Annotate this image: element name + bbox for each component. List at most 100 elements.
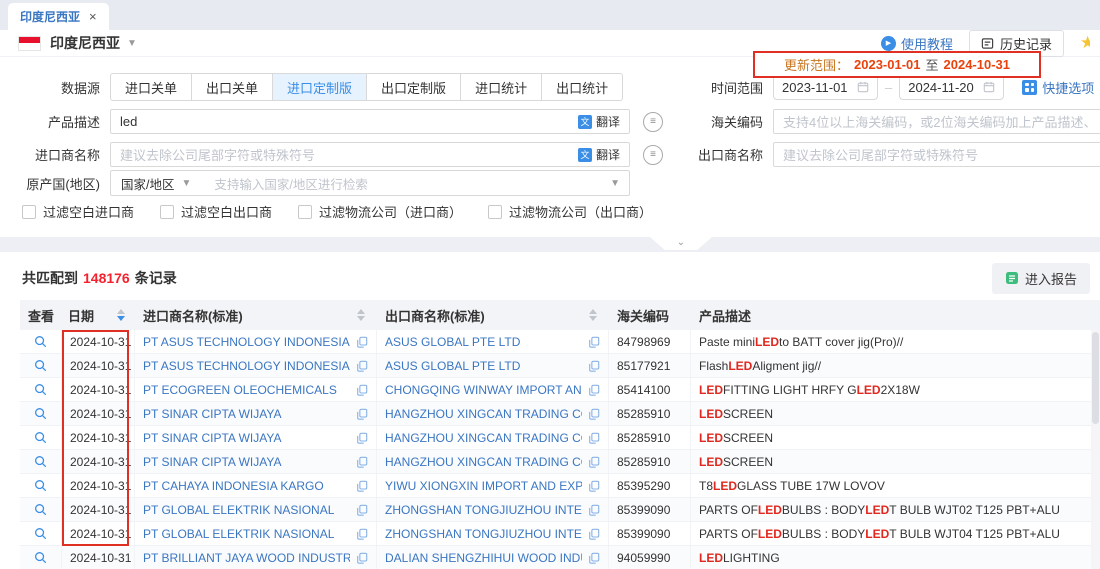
copy-icon[interactable]	[356, 360, 368, 372]
chevron-down-icon[interactable]: ▼	[127, 38, 137, 49]
exporter-name-link[interactable]: ASUS GLOBAL PTE LTD	[385, 335, 582, 349]
row-importer[interactable]: PT CAHAYA INDONESIA KARGO	[135, 474, 377, 497]
column-header-date[interactable]: 日期	[62, 300, 135, 330]
row-importer[interactable]: PT ECOGREEN OLEOCHEMICALS	[135, 378, 377, 401]
exporter-name-link[interactable]: DALIAN SHENGZHIHUI WOOD INDUST...	[385, 551, 582, 565]
row-exporter[interactable]: HANGZHOU XINGCAN TRADING CO LTD	[377, 426, 609, 449]
view-record-button[interactable]	[20, 426, 62, 449]
view-record-button[interactable]	[20, 546, 62, 569]
row-exporter[interactable]: HANGZHOU XINGCAN TRADING CO LTD	[377, 450, 609, 473]
row-importer[interactable]: PT ASUS TECHNOLOGY INDONESIA BA...	[135, 330, 377, 353]
match-mode-toggle[interactable]: ≡	[643, 145, 663, 165]
copy-icon[interactable]	[588, 408, 600, 420]
exporter-name-link[interactable]: CHONGQING WINWAY IMPORT AND E...	[385, 383, 582, 397]
copy-icon[interactable]	[356, 456, 368, 468]
exporter-name-link[interactable]: ZHONGSHAN TONGJIUZHOU INTERNA...	[385, 527, 582, 541]
scrollbar-thumb[interactable]	[1092, 332, 1099, 424]
importer-name-link[interactable]: PT SINAR CIPTA WIJAYA	[143, 455, 350, 469]
checkbox-icon[interactable]	[488, 205, 502, 219]
filter-blank-importer[interactable]: 过滤空白进口商	[22, 202, 134, 221]
row-importer[interactable]: PT SINAR CIPTA WIJAYA	[135, 402, 377, 425]
view-record-button[interactable]	[20, 522, 62, 545]
exporter-name-link[interactable]: HANGZHOU XINGCAN TRADING CO LTD	[385, 431, 582, 445]
datasource-option-import-stats[interactable]: 进口统计	[461, 73, 542, 101]
view-record-button[interactable]	[20, 474, 62, 497]
filter-logistics-importer[interactable]: 过滤物流公司（进口商）	[298, 202, 462, 221]
importer-name-link[interactable]: PT BRILLIANT JAYA WOOD INDUSTRY	[143, 551, 350, 565]
exporter-name-link[interactable]: ASUS GLOBAL PTE LTD	[385, 359, 582, 373]
datasource-option-export-stats[interactable]: 出口统计	[542, 73, 623, 101]
sort-icon-exporter[interactable]	[589, 309, 597, 321]
view-record-button[interactable]	[20, 402, 62, 425]
translate-button[interactable]: 文 翻译	[578, 113, 620, 130]
importer-name-link[interactable]: PT GLOBAL ELEKTRIK NASIONAL	[143, 503, 350, 517]
copy-icon[interactable]	[356, 528, 368, 540]
exporter-name-link[interactable]: HANGZHOU XINGCAN TRADING CO LTD	[385, 407, 582, 421]
tab-close-icon[interactable]: ×	[89, 10, 97, 23]
origin-country-select[interactable]: 国家/地区 ▼ 支持输入国家/地区进行检索 ▼	[110, 170, 630, 196]
column-header-exporter[interactable]: 出口商名称(标准)	[377, 300, 609, 330]
datasource-option-export-custom[interactable]: 出口定制版	[367, 73, 461, 101]
row-exporter[interactable]: YIWU XIONGXIN IMPORT AND EXPORT...	[377, 474, 609, 497]
row-importer[interactable]: PT SINAR CIPTA WIJAYA	[135, 450, 377, 473]
importer-name-link[interactable]: PT SINAR CIPTA WIJAYA	[143, 431, 350, 445]
checkbox-icon[interactable]	[22, 205, 36, 219]
tab-indonesia[interactable]: 印度尼西亚 ×	[8, 3, 109, 30]
copy-icon[interactable]	[356, 408, 368, 420]
row-importer[interactable]: PT SINAR CIPTA WIJAYA	[135, 426, 377, 449]
row-importer[interactable]: PT GLOBAL ELEKTRIK NASIONAL	[135, 498, 377, 521]
importer-name-link[interactable]: PT GLOBAL ELEKTRIK NASIONAL	[143, 527, 350, 541]
row-exporter[interactable]: ASUS GLOBAL PTE LTD	[377, 354, 609, 377]
checkbox-icon[interactable]	[298, 205, 312, 219]
view-record-button[interactable]	[20, 378, 62, 401]
view-record-button[interactable]	[20, 330, 62, 353]
hscode-input[interactable]: 支持4位以上海关编码，或2位海关编码加上产品描述、企业名称的任意信息	[773, 109, 1100, 134]
row-exporter[interactable]: ZHONGSHAN TONGJIUZHOU INTERNA...	[377, 498, 609, 521]
favorite-star-icon[interactable]: ★	[1080, 33, 1090, 53]
copy-icon[interactable]	[588, 528, 600, 540]
sort-icon-importer[interactable]	[357, 309, 365, 321]
match-mode-toggle[interactable]: ≡	[643, 112, 663, 132]
row-exporter[interactable]: ASUS GLOBAL PTE LTD	[377, 330, 609, 353]
copy-icon[interactable]	[588, 456, 600, 468]
row-importer[interactable]: PT ASUS TECHNOLOGY INDONESIA BA...	[135, 354, 377, 377]
copy-icon[interactable]	[588, 480, 600, 492]
copy-icon[interactable]	[588, 552, 600, 564]
checkbox-icon[interactable]	[160, 205, 174, 219]
filter-logistics-exporter[interactable]: 过滤物流公司（出口商）	[488, 202, 652, 221]
row-exporter[interactable]: CHONGQING WINWAY IMPORT AND E...	[377, 378, 609, 401]
importer-name-link[interactable]: PT ECOGREEN OLEOCHEMICALS	[143, 383, 350, 397]
enter-report-button[interactable]: 进入报告	[992, 263, 1090, 294]
column-header-importer[interactable]: 进口商名称(标准)	[135, 300, 377, 330]
copy-icon[interactable]	[588, 360, 600, 372]
datasource-option-export-declaration[interactable]: 出口关单	[192, 73, 273, 101]
copy-icon[interactable]	[356, 504, 368, 516]
importer-name-link[interactable]: PT ASUS TECHNOLOGY INDONESIA BA...	[143, 335, 350, 349]
importer-name-link[interactable]: PT CAHAYA INDONESIA KARGO	[143, 479, 350, 493]
view-record-button[interactable]	[20, 450, 62, 473]
origin-type-dropdown[interactable]: 国家/地区 ▼	[111, 174, 210, 193]
copy-icon[interactable]	[588, 432, 600, 444]
copy-icon[interactable]	[356, 552, 368, 564]
filter-blank-exporter[interactable]: 过滤空白出口商	[160, 202, 272, 221]
exporter-input[interactable]: 建议去除公司尾部字符或特殊符号	[773, 142, 1100, 167]
datasource-option-import-custom[interactable]: 进口定制版	[273, 73, 367, 101]
importer-name-link[interactable]: PT SINAR CIPTA WIJAYA	[143, 407, 350, 421]
translate-button[interactable]: 文 翻译	[578, 146, 620, 163]
exporter-name-link[interactable]: YIWU XIONGXIN IMPORT AND EXPORT...	[385, 479, 582, 493]
copy-icon[interactable]	[356, 336, 368, 348]
exporter-name-link[interactable]: ZHONGSHAN TONGJIUZHOU INTERNA...	[385, 503, 582, 517]
tutorial-link[interactable]: ▶ 使用教程	[881, 34, 953, 53]
quick-options-button[interactable]: 快捷选项	[1022, 78, 1094, 97]
row-importer[interactable]: PT GLOBAL ELEKTRIK NASIONAL	[135, 522, 377, 545]
view-record-button[interactable]	[20, 354, 62, 377]
copy-icon[interactable]	[588, 336, 600, 348]
importer-name-link[interactable]: PT ASUS TECHNOLOGY INDONESIA BA...	[143, 359, 350, 373]
row-exporter[interactable]: ZHONGSHAN TONGJIUZHOU INTERNA...	[377, 522, 609, 545]
sort-icon-date[interactable]	[117, 309, 125, 321]
copy-icon[interactable]	[588, 384, 600, 396]
datasource-option-import-declaration[interactable]: 进口关单	[110, 73, 192, 101]
row-exporter[interactable]: HANGZHOU XINGCAN TRADING CO LTD	[377, 402, 609, 425]
vertical-scrollbar[interactable]	[1091, 330, 1100, 569]
copy-icon[interactable]	[356, 432, 368, 444]
